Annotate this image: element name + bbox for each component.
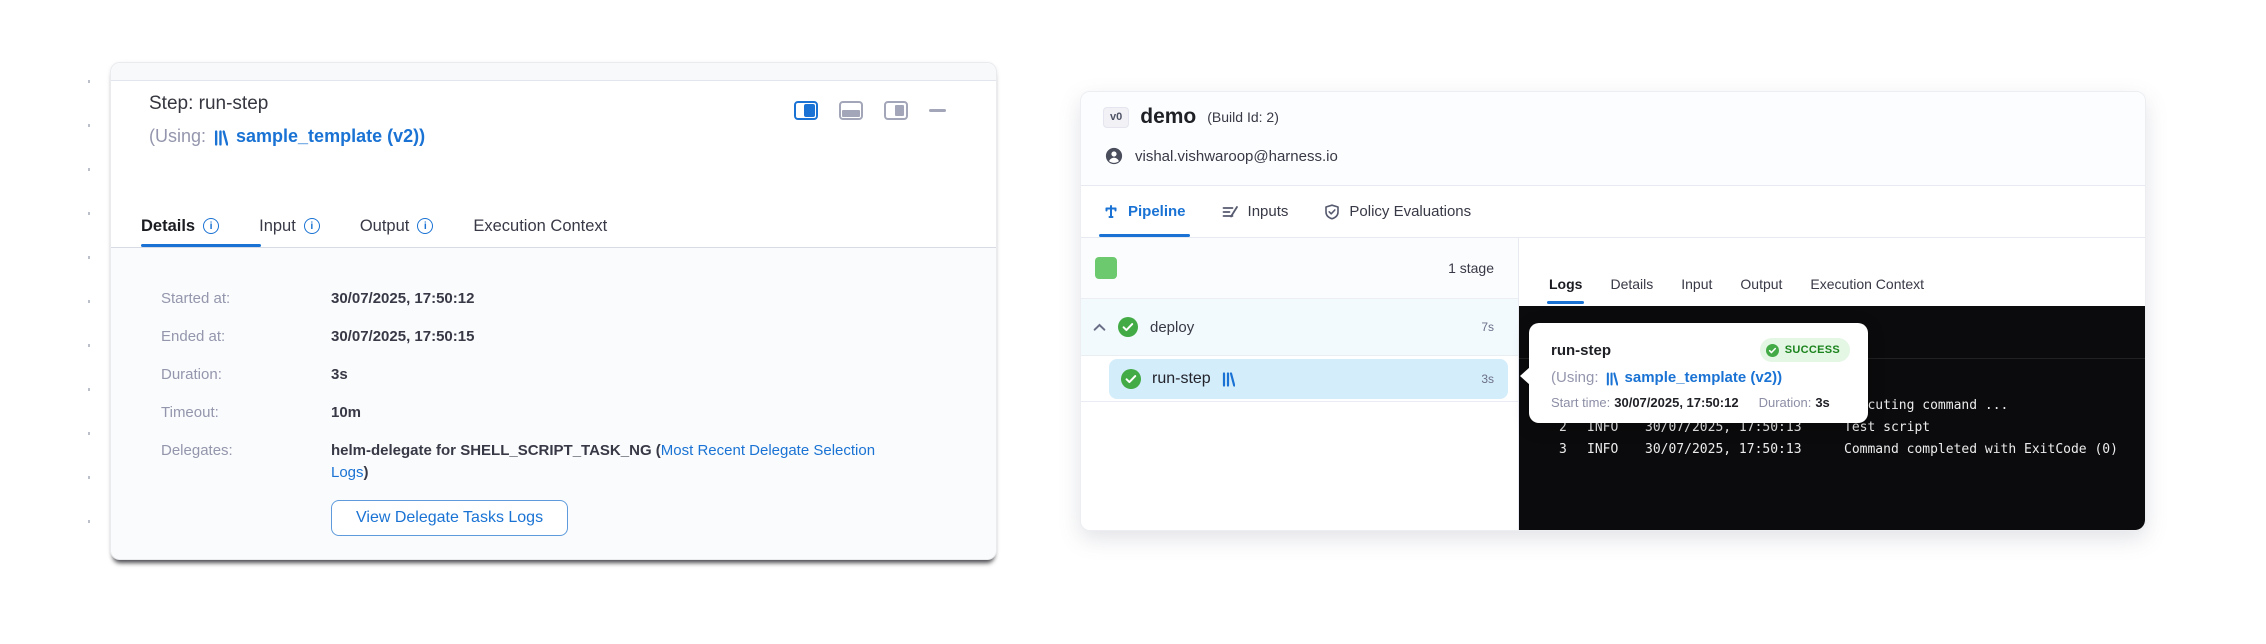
template-icon: [214, 130, 228, 146]
log-line: 3 INFO 30/07/2025, 17:50:13 Command comp…: [1519, 442, 2145, 464]
step-name: run-step: [1152, 370, 1211, 388]
stage-status-square[interactable]: [1095, 257, 1117, 279]
step-details-panel: Step: run-step (Using: sample_template (…: [110, 62, 997, 560]
stage-row-deploy[interactable]: deploy 7s: [1081, 299, 1518, 356]
tab-execution-context[interactable]: Execution Context: [473, 217, 607, 236]
log-tabs: Logs Details Input Output Execution Cont…: [1519, 238, 2145, 306]
tooltip-step-name: run-step: [1551, 342, 1611, 359]
step-status-tooltip: run-step SUCCESS (Using: s: [1529, 323, 1868, 423]
view-delegate-tasks-logs-button[interactable]: View Delegate Tasks Logs: [331, 500, 568, 536]
tab-policy-evaluations[interactable]: Policy Evaluations: [1324, 186, 1471, 237]
inputs-icon: [1222, 204, 1239, 220]
execution-tabs: Pipeline Inputs Policy Evaluations: [1081, 186, 2145, 238]
success-check-icon: [1118, 317, 1138, 337]
float-panel-icon[interactable]: [884, 101, 908, 120]
panel-window-controls: [794, 101, 946, 120]
stage-count: 1 stage: [1448, 260, 1494, 276]
step-panel-title: Step: run-step: [149, 93, 268, 115]
success-check-icon: [1766, 344, 1779, 357]
tab-logs[interactable]: Logs: [1549, 276, 1582, 294]
detail-row-ended: Ended at: 30/07/2025, 17:50:15: [161, 326, 996, 348]
tab-output[interactable]: Output: [360, 217, 434, 236]
dock-bottom-icon[interactable]: [839, 101, 863, 120]
step-row-wrap: run-step 3s: [1081, 356, 1518, 402]
tab-input[interactable]: Input: [1681, 276, 1712, 294]
logs-panel: Logs Details Input Output Execution Cont…: [1519, 238, 2145, 530]
panel-top-strip: [111, 63, 996, 81]
execution-header: v0 demo (Build Id: 2) vishal.vishwaroop@…: [1081, 92, 2145, 186]
template-link[interactable]: sample_template (v2)): [1625, 369, 1783, 386]
build-id: (Build Id: 2): [1207, 109, 1279, 125]
stage-duration: 7s: [1481, 320, 1494, 334]
stage-tree-panel: 1 stage deploy 7s run-step: [1081, 238, 1519, 530]
split-view-icon[interactable]: [794, 101, 818, 120]
template-icon: [1606, 372, 1618, 386]
success-check-icon: [1121, 369, 1141, 389]
step-detail-tabs: Details Input Output Execution Context: [141, 205, 976, 247]
status-text: SUCCESS: [1785, 344, 1840, 356]
tab-output[interactable]: Output: [1740, 276, 1782, 294]
detail-row-timeout: Timeout: 10m: [161, 402, 996, 424]
minimize-icon[interactable]: [929, 109, 946, 112]
stage-tree-header: 1 stage: [1081, 238, 1518, 299]
tab-pipeline[interactable]: Pipeline: [1103, 186, 1186, 237]
status-badge: SUCCESS: [1760, 338, 1850, 362]
log-line: 2 INFO 30/07/2025, 17:50:13 Test script: [1519, 420, 2145, 442]
template-link[interactable]: sample_template (v2)): [236, 126, 425, 147]
chevron-up-icon[interactable]: [1093, 323, 1106, 332]
step-duration: 3s: [1481, 372, 1494, 386]
execution-panel: v0 demo (Build Id: 2) vishal.vishwaroop@…: [1080, 91, 2146, 531]
step-using-line: (Using: sample_template (v2)): [149, 126, 425, 147]
pipeline-icon: [1103, 204, 1119, 220]
info-icon[interactable]: [203, 218, 219, 234]
tooltip-using-line: (Using: sample_template (v2)): [1551, 369, 1850, 386]
pipeline-title: demo: [1140, 105, 1196, 129]
detail-row-duration: Duration: 3s: [161, 364, 996, 386]
step-details-content: Started at: 30/07/2025, 17:50:12 Ended a…: [111, 248, 996, 559]
stage-name: deploy: [1150, 319, 1194, 336]
resize-handle[interactable]: [88, 80, 90, 540]
user-icon: [1105, 147, 1123, 165]
user-email: vishal.vishwaroop@harness.io: [1135, 148, 1338, 165]
delegate-text: helm-delegate for SHELL_SCRIPT_TASK_NG (: [331, 442, 661, 459]
step-row-run-step[interactable]: run-step 3s: [1109, 359, 1508, 399]
tab-details[interactable]: Details: [141, 217, 219, 236]
tooltip-meta: Start time: 30/07/2025, 17:50:12 Duratio…: [1551, 395, 1850, 410]
info-icon[interactable]: [417, 218, 433, 234]
tab-execution-context[interactable]: Execution Context: [1810, 276, 1924, 294]
version-badge: v0: [1103, 107, 1129, 128]
info-icon[interactable]: [304, 218, 320, 234]
tab-details[interactable]: Details: [1610, 276, 1653, 294]
tab-inputs[interactable]: Inputs: [1222, 186, 1289, 237]
tab-input[interactable]: Input: [259, 217, 320, 236]
detail-row-started: Started at: 30/07/2025, 17:50:12: [161, 288, 996, 310]
execution-content: 1 stage deploy 7s run-step: [1081, 238, 2145, 530]
using-prefix: (Using:: [149, 126, 206, 147]
shield-check-icon: [1324, 204, 1340, 220]
detail-row-delegates: Delegates: helm-delegate for SHELL_SCRIP…: [161, 440, 996, 484]
log-console[interactable]: 1 INFO 30/07/2025, 17:50:13 Executing co…: [1519, 306, 2145, 530]
template-icon: [1222, 372, 1235, 387]
